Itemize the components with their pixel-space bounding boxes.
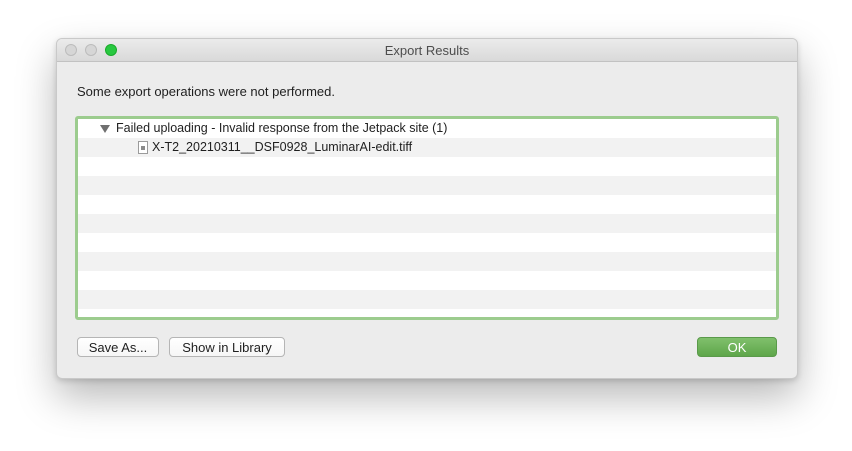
empty-row [78, 271, 776, 290]
results-outline-list[interactable]: Failed uploading - Invalid response from… [75, 116, 779, 320]
tiff-file-icon [138, 141, 148, 154]
disclosure-triangle-icon[interactable] [100, 125, 110, 133]
window-title: Export Results [384, 43, 470, 58]
save-as-button[interactable]: Save As... [77, 337, 159, 357]
show-in-library-button[interactable]: Show in Library [169, 337, 285, 357]
empty-row [78, 195, 776, 214]
file-row[interactable]: X-T2_20210311__DSF0928_LuminarAI-edit.ti… [78, 138, 776, 157]
ok-button[interactable]: OK [697, 337, 777, 357]
empty-row [78, 309, 776, 317]
title-bar: Export Results [57, 39, 797, 62]
group-row[interactable]: Failed uploading - Invalid response from… [78, 119, 776, 138]
export-results-dialog: Export Results Some export operations we… [56, 38, 798, 379]
file-name: X-T2_20210311__DSF0928_LuminarAI-edit.ti… [152, 140, 413, 154]
empty-row [78, 233, 776, 252]
empty-row [78, 157, 776, 176]
empty-row [78, 176, 776, 195]
empty-row [78, 252, 776, 271]
empty-row [78, 290, 776, 309]
status-message: Some export operations were not performe… [77, 84, 335, 99]
empty-row [78, 214, 776, 233]
group-label: Failed uploading - Invalid response from… [116, 121, 448, 135]
